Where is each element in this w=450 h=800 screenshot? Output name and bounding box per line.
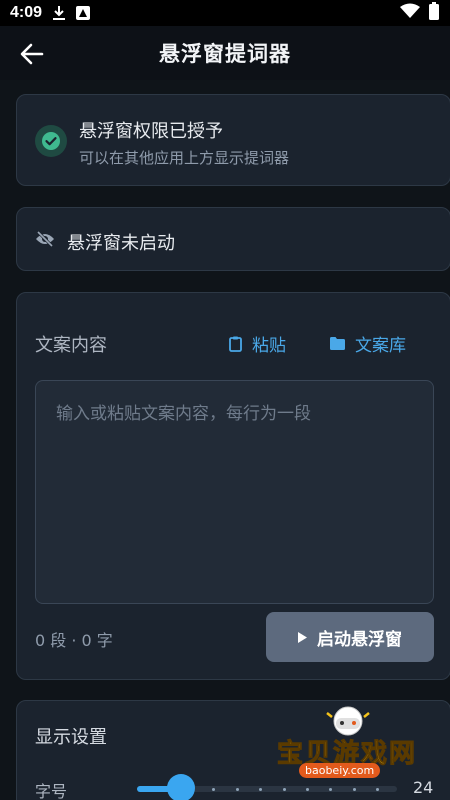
- download-icon: [52, 5, 66, 21]
- permission-subtitle: 可以在其他应用上方显示提词器: [79, 149, 290, 167]
- page-title: 悬浮窗提词器: [159, 42, 291, 66]
- status-bar: 4:09: [0, 0, 450, 26]
- battery-icon: [428, 2, 440, 24]
- watermark-logo: 宝贝游戏网 baobeiy.com: [275, 705, 425, 785]
- slider-tick: [306, 788, 309, 791]
- paste-button[interactable]: 粘贴: [229, 331, 286, 356]
- content-label: 文案内容: [35, 335, 107, 356]
- float-status-text: 悬浮窗未启动: [67, 233, 175, 254]
- check-circle-icon: [35, 125, 67, 157]
- folder-icon: [330, 337, 345, 350]
- slider-tick: [376, 788, 380, 791]
- library-button[interactable]: 文案库: [330, 331, 406, 356]
- font-size-label: 字号: [35, 782, 68, 800]
- settings-title: 显示设置: [35, 727, 107, 748]
- app-notification-icon: [76, 6, 91, 20]
- content-count: 0 段 · 0 字: [35, 631, 113, 650]
- slider-thumb[interactable]: [167, 774, 196, 800]
- paste-label: 粘贴: [252, 336, 286, 356]
- slider-tick: [282, 788, 286, 791]
- slider-tick: [352, 788, 356, 791]
- permission-card: 悬浮窗权限已授予 可以在其他应用上方显示提词器: [16, 94, 450, 186]
- slider-tick: [235, 788, 239, 791]
- permission-title: 悬浮窗权限已授予: [79, 121, 223, 142]
- wifi-icon: [400, 3, 420, 23]
- arrow-left-icon: [20, 43, 44, 65]
- library-label: 文案库: [355, 336, 406, 356]
- content-placeholder: 输入或粘贴文案内容，每行为一段: [56, 404, 311, 424]
- slider-tick: [212, 788, 216, 791]
- slider-tick: [259, 788, 263, 791]
- watermark-url: baobeiy.com: [299, 763, 381, 778]
- slider-tick: [329, 788, 333, 791]
- start-float-button[interactable]: 启动悬浮窗: [266, 612, 434, 662]
- play-icon: [298, 631, 307, 643]
- back-button[interactable]: [18, 40, 46, 68]
- clipboard-icon: [229, 336, 242, 352]
- float-status-card: 悬浮窗未启动: [16, 207, 450, 271]
- start-float-label: 启动悬浮窗: [317, 629, 402, 650]
- content-text-input[interactable]: 输入或粘贴文案内容，每行为一段: [35, 380, 434, 604]
- status-time: 4:09: [10, 4, 43, 21]
- eye-off-icon: [35, 230, 55, 251]
- app-bar: 悬浮窗提词器: [0, 26, 450, 80]
- content-card: 文案内容 粘贴 文案库 输入或粘贴文案内容，每行为一段 0 段 · 0 字 启动…: [16, 292, 450, 680]
